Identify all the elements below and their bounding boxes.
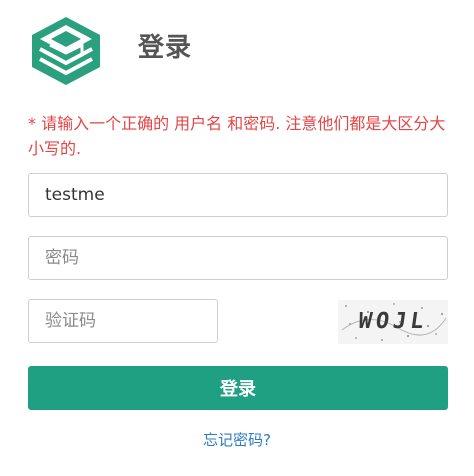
captcha-text: WOJL [356,309,430,334]
captcha-input[interactable] [28,299,218,343]
captcha-image[interactable]: WOJL [338,300,448,344]
error-message: * 请输入一个正确的 用户名 和密码. 注意他们都是大区分大小写的. [28,114,446,158]
stacked-layers-logo-icon [32,17,100,85]
page-title: 登录 [138,33,193,63]
login-page: 登录 * 请输入一个正确的 用户名 和密码. 注意他们都是大区分大小写的. WO… [0,0,474,476]
login-button[interactable]: 登录 [28,366,448,410]
password-input[interactable] [28,236,448,280]
username-input[interactable] [28,173,448,217]
forgot-password-link[interactable]: 忘记密码? [0,428,474,452]
